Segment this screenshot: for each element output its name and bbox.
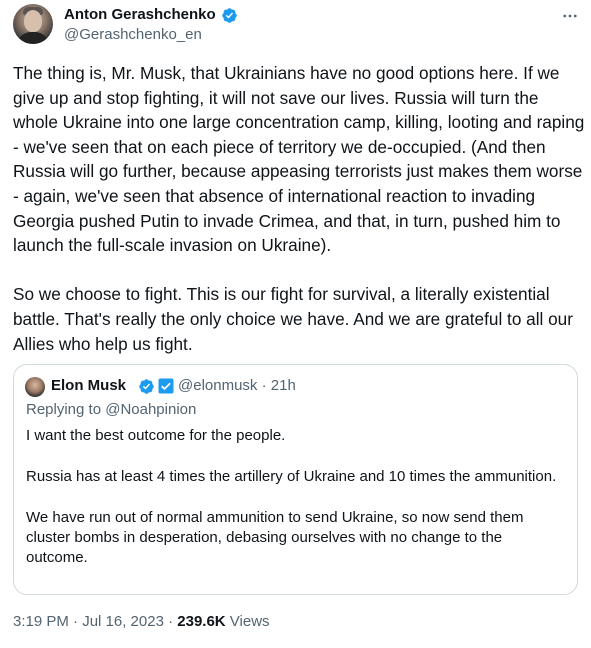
views-label: Views xyxy=(225,613,270,630)
author-name[interactable]: Anton Gerashchenko xyxy=(64,5,216,25)
avatar-face xyxy=(24,10,42,32)
tweet-paragraph: The thing is, Mr. Musk, that Ukrainians … xyxy=(13,63,585,256)
verified-badge-icon xyxy=(222,8,237,23)
quoted-paragraph: Russia has at least 4 times the artiller… xyxy=(26,467,557,485)
tweet-timestamp[interactable]: 3:19 PM · Jul 16, 2023 · xyxy=(13,613,177,630)
tweet-paragraph: So we choose to fight. This is our fight… xyxy=(13,284,573,354)
tweet-text: The thing is, Mr. Musk, that Ukrainians … xyxy=(13,61,585,356)
quoted-author-avatar[interactable] xyxy=(25,377,45,397)
quoted-text: I want the best outcome for the people. … xyxy=(26,426,566,569)
quoted-handle-time[interactable]: @elonmusk · 21h xyxy=(178,376,296,396)
verified-badge-icon xyxy=(139,379,154,394)
government-affiliation-icon xyxy=(158,378,174,394)
author-handle[interactable]: @Gerashchenko_en xyxy=(64,25,202,45)
views-count: 239.6K xyxy=(177,613,226,630)
quoted-paragraph: We have run out of normal ammunition to … xyxy=(26,508,524,567)
more-horizontal-icon[interactable] xyxy=(560,6,580,26)
tweet-meta: 3:19 PM · Jul 16, 2023 · 239.6K Views xyxy=(13,612,270,632)
replying-to[interactable]: Replying to @Noahpinion xyxy=(26,400,196,420)
quoted-paragraph: I want the best outcome for the people. xyxy=(26,427,286,444)
avatar-body xyxy=(17,32,49,44)
tweet-card: Anton Gerashchenko @Gerashchenko_en The … xyxy=(0,0,591,648)
quoted-tweet[interactable]: Elon Musk @elonmusk · 21h Replying to @N… xyxy=(13,364,578,595)
author-avatar[interactable] xyxy=(13,4,53,44)
quoted-author-name[interactable]: Elon Musk xyxy=(51,376,126,396)
